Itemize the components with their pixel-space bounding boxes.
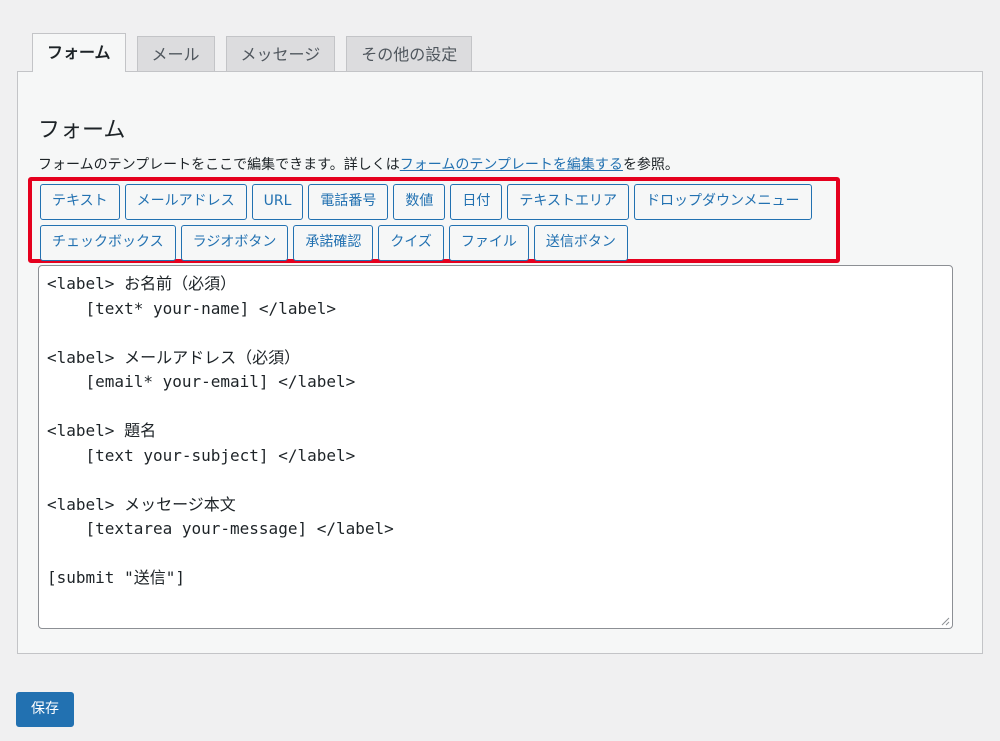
tag-button-submit[interactable]: 送信ボタン [533, 225, 628, 261]
editor-content: <label> お名前（必須） [text* your-name] </labe… [47, 274, 394, 587]
tag-button-text[interactable]: テキスト [40, 184, 120, 220]
panel-title: フォーム [38, 118, 126, 143]
tag-generator-row-2: チェックボックス ラジオボタン 承諾確認 クイズ ファイル 送信ボタン [40, 225, 628, 261]
description-text: フォームのテンプレートをここで編集できます。詳しくは [38, 157, 400, 173]
edit-template-link[interactable]: フォームのテンプレートを編集する [400, 157, 623, 173]
tab-bar: フォーム メール メッセージ その他の設定 [32, 33, 473, 72]
tag-generator-row-1: テキスト メールアドレス URL 電話番号 数値 日付 テキストエリア ドロップ… [40, 184, 812, 220]
tab-additional-settings[interactable]: その他の設定 [346, 36, 473, 72]
tag-button-tel[interactable]: 電話番号 [308, 184, 389, 220]
tag-button-dropdown[interactable]: ドロップダウンメニュー [633, 184, 812, 220]
tab-mail[interactable]: メール [136, 36, 215, 72]
tag-button-date[interactable]: 日付 [450, 184, 503, 220]
resize-grip-icon[interactable] [940, 616, 950, 626]
tag-button-email[interactable]: メールアドレス [124, 184, 247, 220]
form-template-editor[interactable]: <label> お名前（必須） [text* your-name] </labe… [38, 265, 953, 629]
tab-form[interactable]: フォーム [32, 33, 126, 72]
form-panel: フォーム フォームのテンプレートをここで編集できます。詳しくはフォームのテンプレ… [17, 71, 983, 654]
tag-button-radio[interactable]: ラジオボタン [180, 225, 289, 261]
save-button[interactable]: 保存 [16, 692, 74, 727]
tag-button-file[interactable]: ファイル [448, 225, 529, 261]
tag-button-acceptance[interactable]: 承諾確認 [293, 225, 374, 261]
description-suffix: を参照。 [622, 157, 679, 173]
tag-button-url[interactable]: URL [251, 184, 304, 220]
tag-button-textarea[interactable]: テキストエリア [507, 184, 629, 220]
tag-button-quiz[interactable]: クイズ [378, 225, 444, 261]
tag-button-checkbox[interactable]: チェックボックス [40, 225, 176, 261]
tag-button-number[interactable]: 数値 [393, 184, 446, 220]
tab-messages[interactable]: メッセージ [225, 36, 336, 72]
panel-description: フォームのテンプレートをここで編集できます。詳しくはフォームのテンプレートを編集… [38, 154, 679, 174]
